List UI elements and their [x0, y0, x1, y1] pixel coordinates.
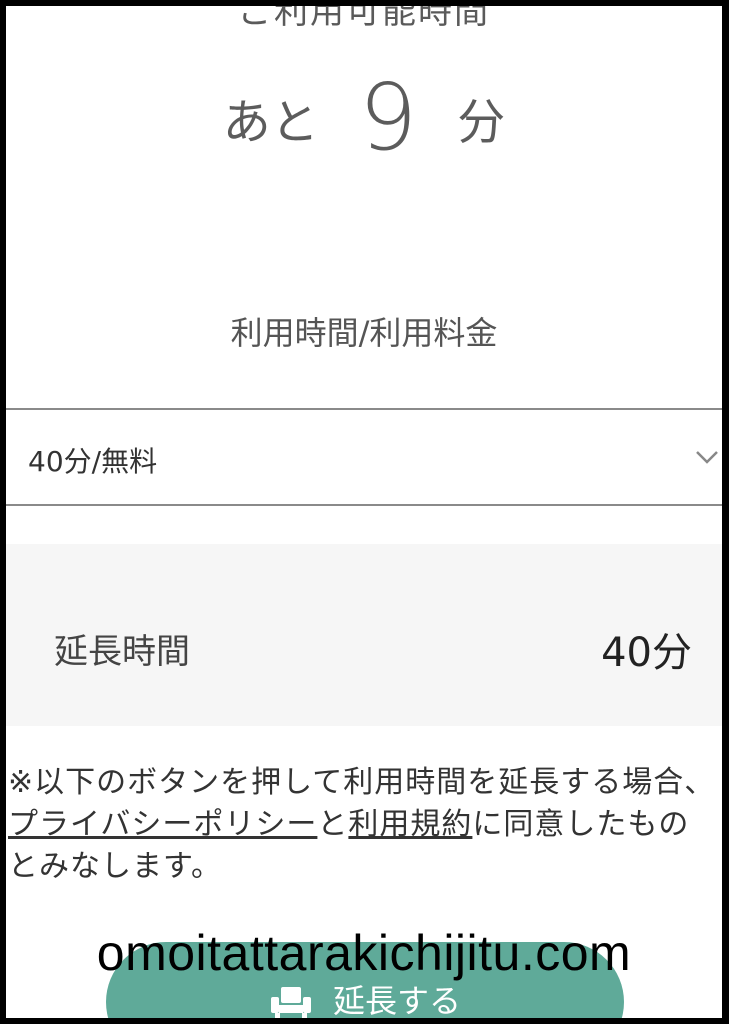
watermark-text: omoitattarakichijitu.com — [96, 925, 632, 981]
plan-select[interactable]: 40分/無料 — [6, 408, 722, 506]
remaining-minutes: 9 — [358, 64, 418, 171]
extension-time-value: 40分 — [601, 630, 692, 676]
extension-time-label: 延長時間 — [54, 632, 190, 672]
remaining-prefix: あと — [222, 94, 319, 151]
notice-text-1: ※以下のボタンを押して利用時間を延長する場合、 — [8, 765, 716, 800]
extend-button-label: 延長する — [332, 982, 461, 1018]
notice-text-2: と — [317, 807, 349, 842]
chevron-down-icon — [696, 451, 718, 464]
extension-time-panel: 延長時間 40分 — [6, 544, 722, 726]
consent-notice: ※以下のボタンを押して利用時間を延長する場合、プライバシーポリシーと利用規約に同… — [8, 762, 720, 888]
usage-time-fee-label: 利用時間/利用料金 — [230, 314, 498, 352]
armchair-icon — [270, 987, 311, 1018]
plan-select-value: 40分/無料 — [28, 445, 158, 478]
remaining-time: あと 9 分 — [6, 64, 722, 171]
available-time-title: ご利用可能時間 — [238, 6, 490, 32]
remaining-unit: 分 — [457, 94, 506, 151]
terms-of-use-link[interactable]: 利用規約 — [348, 807, 472, 842]
app-screen: ご利用可能時間 あと 9 分 利用時間/利用料金 40分/無料 延長時間 40分 ※… — [6, 6, 722, 1018]
privacy-policy-link[interactable]: プライバシーポリシー — [8, 807, 317, 842]
